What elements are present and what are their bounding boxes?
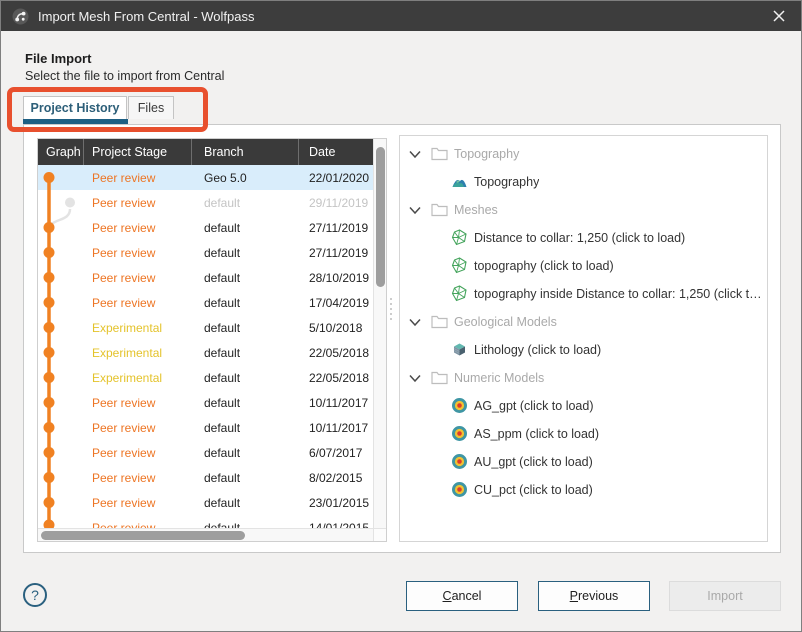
table-row[interactable]: Peer reviewdefault17/04/2019: [38, 290, 373, 315]
import-mesh-dialog: Import Mesh From Central - Wolfpass File…: [0, 0, 802, 632]
tab-files[interactable]: Files: [128, 96, 174, 119]
tree-folder-meshes[interactable]: Meshes: [400, 196, 767, 224]
column-header-date: Date: [299, 139, 373, 165]
tree-item-label: CU_pct (click to load): [474, 483, 593, 497]
table-row[interactable]: Experimentaldefault5/10/2018: [38, 315, 373, 340]
tree-folder-label: Numeric Models: [454, 371, 544, 385]
table-row[interactable]: Peer reviewdefault27/11/2019: [38, 240, 373, 265]
page-subtitle: Select the file to import from Central: [25, 69, 224, 83]
tree-item-label: AG_gpt (click to load): [474, 399, 594, 413]
table-row[interactable]: Peer reviewdefault6/07/2017: [38, 440, 373, 465]
tree-item-as-ppm[interactable]: AS_ppm (click to load): [400, 420, 767, 448]
numeric-model-icon: [451, 453, 468, 470]
table-row[interactable]: Peer reviewdefault29/11/2019: [38, 190, 373, 215]
horizontal-scrollbar-thumb[interactable]: [41, 531, 245, 540]
numeric-model-icon: [451, 397, 468, 414]
chevron-down-icon[interactable]: [408, 147, 422, 161]
table-row[interactable]: Experimentaldefault22/05/2018: [38, 340, 373, 365]
table-row[interactable]: Peer reviewdefault14/01/2015: [38, 515, 373, 528]
tree-folder-topography[interactable]: Topography: [400, 140, 767, 168]
help-button[interactable]: ?: [23, 583, 47, 607]
mesh-icon: [451, 229, 468, 246]
vertical-scrollbar-thumb[interactable]: [376, 147, 385, 287]
table-row[interactable]: Peer reviewdefault10/11/2017: [38, 415, 373, 440]
chevron-down-icon[interactable]: [408, 371, 422, 385]
close-button[interactable]: [765, 4, 793, 28]
table-row[interactable]: Peer reviewdefault27/11/2019: [38, 215, 373, 240]
table-row[interactable]: Peer reviewGeo 5.022/01/2020: [38, 165, 373, 190]
page-title: File Import: [25, 51, 91, 66]
column-header-stage: Project Stage: [84, 139, 192, 165]
table-rows: Peer reviewGeo 5.022/01/2020 Peer review…: [38, 165, 373, 528]
titlebar: Import Mesh From Central - Wolfpass: [1, 1, 801, 31]
table-row[interactable]: Peer reviewdefault23/01/2015: [38, 490, 373, 515]
table-row[interactable]: Peer reviewdefault28/10/2019: [38, 265, 373, 290]
numeric-model-icon: [451, 425, 468, 442]
tree-folder-label: Meshes: [454, 203, 498, 217]
previous-button[interactable]: Previous: [538, 581, 650, 611]
tree-folder-geological-models[interactable]: Geological Models: [400, 308, 767, 336]
tree-item-label: Lithology (click to load): [474, 343, 601, 357]
project-history-table: Graph Project Stage Branch Date Peer rev…: [37, 138, 387, 542]
tree-item-label: Topography: [474, 175, 539, 189]
tree-item-au-gpt[interactable]: AU_gpt (click to load): [400, 448, 767, 476]
table-header: Graph Project Stage Branch Date: [38, 139, 373, 165]
close-icon: [773, 10, 785, 22]
topography-icon: [451, 173, 468, 190]
tree-item-distance-to-collar[interactable]: Distance to collar: 1,250 (click to load…: [400, 224, 767, 252]
tree-folder-label: Topography: [454, 147, 519, 161]
chevron-down-icon[interactable]: [408, 203, 422, 217]
horizontal-scrollbar[interactable]: [38, 528, 373, 541]
tree-item-topography-inside-distance[interactable]: topography inside Distance to collar: 1,…: [400, 280, 767, 308]
tab-project-history[interactable]: Project History: [23, 96, 127, 119]
tree-item-label: AU_gpt (click to load): [474, 455, 593, 469]
panel-splitter-handle[interactable]: [389, 297, 393, 323]
tree-item-label: topography inside Distance to collar: 1,…: [474, 287, 762, 301]
table-row[interactable]: Peer reviewdefault10/11/2017: [38, 390, 373, 415]
folder-icon: [431, 370, 448, 385]
tree-item-label: Distance to collar: 1,250 (click to load…: [474, 231, 685, 245]
mesh-icon: [451, 257, 468, 274]
table-row[interactable]: Peer reviewdefault8/02/2015: [38, 465, 373, 490]
table-row[interactable]: Experimentaldefault22/05/2018: [38, 365, 373, 390]
mesh-icon: [451, 285, 468, 302]
window-title: Import Mesh From Central - Wolfpass: [38, 9, 254, 24]
vertical-scrollbar[interactable]: [373, 139, 386, 528]
tree-folder-numeric-models[interactable]: Numeric Models: [400, 364, 767, 392]
tree-item-label: topography (click to load): [474, 259, 614, 273]
folder-icon: [431, 314, 448, 329]
tree-item-lithology[interactable]: Lithology (click to load): [400, 336, 767, 364]
tree-item-ag-gpt[interactable]: AG_gpt (click to load): [400, 392, 767, 420]
column-header-branch: Branch: [192, 139, 299, 165]
numeric-model-icon: [451, 481, 468, 498]
tree-item-topography[interactable]: Topography: [400, 168, 767, 196]
central-app-icon: [12, 8, 29, 25]
tree-folder-label: Geological Models: [454, 315, 557, 329]
lithology-icon: [451, 341, 468, 358]
chevron-down-icon[interactable]: [408, 315, 422, 329]
folder-icon: [431, 202, 448, 217]
tree-item-cu-pct[interactable]: CU_pct (click to load): [400, 476, 767, 504]
cancel-button[interactable]: Cancel: [406, 581, 518, 611]
import-button[interactable]: Import: [669, 581, 781, 611]
tab-content: Graph Project Stage Branch Date Peer rev…: [23, 124, 781, 553]
folder-icon: [431, 146, 448, 161]
column-header-graph: Graph: [38, 139, 84, 165]
tree-item-label: AS_ppm (click to load): [474, 427, 599, 441]
scrollbar-corner: [373, 528, 386, 541]
objects-tree: Topography Topography Meshes: [399, 135, 768, 542]
tree-item-topography-mesh[interactable]: topography (click to load): [400, 252, 767, 280]
